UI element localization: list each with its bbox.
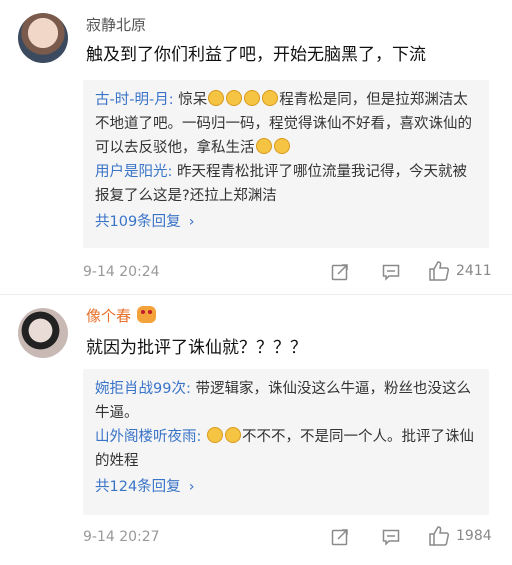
comment-text: 就因为批评了诛仙就？？？？ [86,338,307,358]
comment-username[interactable]: 像个春 [86,305,157,326]
like-count: 2411 [456,263,492,279]
laughing-emoji-icon [225,427,241,443]
fan-badge-icon [137,306,157,323]
share-button[interactable] [330,527,350,547]
comment-actions: 2411 [0,260,512,284]
comment-icon [382,529,400,546]
reply-username[interactable]: 山外阁楼听夜雨: [95,429,201,445]
reply-username[interactable]: 古-时-明-月: [95,92,174,108]
view-all-replies-link[interactable]: 共109条回复 › [95,210,477,234]
avatar[interactable] [18,13,68,63]
comment-username[interactable]: 寂静北原 [86,14,146,35]
reply-button[interactable] [381,262,401,282]
comment-item: 像个春 就因为批评了诛仙就？？？？ 婉拒肖战99次: 带逻辑家，诛仙没这么牛逼，… [0,296,512,565]
reply-preview-box[interactable]: 婉拒肖战99次: 带逻辑家，诛仙没这么牛逼，粉丝也没这么牛逼。 山外阁楼听夜雨:… [83,369,489,515]
view-all-replies-label: 共124条回复 [95,479,181,495]
comment-item: 寂静北原 触及到了你们利益了吧，开始无脑黑了，下流 古-时-明-月: 惊呆 程青松… [0,0,512,294]
reply-username[interactable]: 婉拒肖战99次: [95,381,191,397]
reply-item: 古-时-明-月: 惊呆 程青松是同，但是拉郑渊洁太不地道了吧。一码归一码，程觉得诛… [95,88,477,160]
reply-username[interactable]: 用户是阳光: [95,164,172,180]
reply-text: 惊呆 [173,92,208,108]
reply-item: 山外阁楼听夜雨: 不不不，不是同一个人。批评了诛仙的姓程 [95,425,477,473]
comment-username-label: 像个春 [86,307,132,325]
crying-emoji-icon [273,138,290,154]
divider [0,294,512,295]
sad-emoji-icon [226,90,243,106]
comment-text: 触及到了你们利益了吧，开始无脑黑了，下流 [86,45,426,65]
like-count: 1984 [456,528,492,544]
sad-emoji-icon [244,90,261,106]
comment-actions: 1984 [0,525,512,549]
reply-item: 用户是阳光: 昨天程青松批评了哪位流量我记得，今天就被报复了么这是?还拉上郑渊洁 [95,160,477,208]
avatar[interactable] [18,308,68,358]
reply-preview-box[interactable]: 古-时-明-月: 惊呆 程青松是同，但是拉郑渊洁太不地道了吧。一码归一码，程觉得诛… [83,80,489,248]
thumbs-up-icon [429,526,450,546]
reply-button[interactable] [381,527,401,547]
like-button[interactable]: 1984 [428,525,492,547]
view-all-replies-label: 共109条回复 [95,214,181,230]
share-icon [331,264,348,281]
reply-text [201,429,206,445]
thumbs-up-icon [429,261,450,281]
share-button[interactable] [330,262,350,282]
laughing-emoji-icon [207,427,223,443]
chevron-right-icon: › [188,214,195,230]
view-all-replies-link[interactable]: 共124条回复 › [95,475,477,499]
crying-emoji-icon [255,138,272,154]
chevron-right-icon: › [188,479,195,495]
grin-emoji-icon [208,90,225,106]
sad-emoji-icon [262,90,279,106]
share-icon [331,529,348,546]
like-button[interactable]: 2411 [428,260,492,282]
comment-icon [382,264,400,281]
reply-item: 婉拒肖战99次: 带逻辑家，诛仙没这么牛逼，粉丝也没这么牛逼。 [95,377,477,425]
